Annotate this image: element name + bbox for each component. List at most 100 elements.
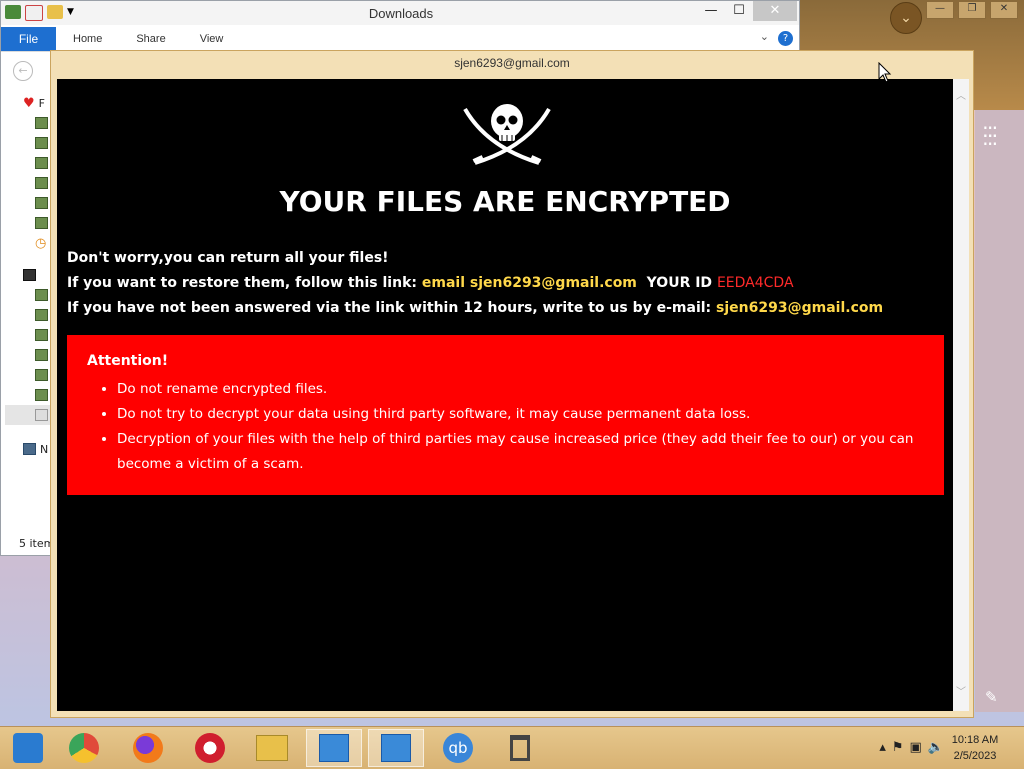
tab-file[interactable]: File [1, 27, 56, 51]
list-item: Do not rename encrypted files. [117, 377, 957, 402]
sidebar-item[interactable] [23, 213, 53, 233]
recent-icon: ◷ [35, 235, 47, 251]
tray-expand-icon[interactable]: ▴ [879, 740, 886, 755]
qbittorrent-icon: qb [443, 733, 473, 763]
new-folder-icon[interactable] [47, 5, 63, 19]
folder-green-icon[interactable] [5, 5, 21, 19]
folder-icon [35, 329, 48, 341]
sidebar-item[interactable] [23, 365, 53, 385]
note-line-3: If you have not been answered via the li… [67, 300, 883, 316]
folder-icon [35, 309, 48, 321]
heart-icon: ♥ [23, 95, 35, 111]
quick-access-toolbar: ▼ [5, 5, 74, 21]
chevron-down-icon[interactable]: ⌄ [760, 30, 769, 43]
attention-list: Do not rename encrypted files. Do not tr… [101, 377, 957, 477]
sidebar-item[interactable] [23, 113, 53, 133]
close-icon[interactable]: ✕ [990, 1, 1018, 19]
computer-icon [13, 733, 43, 763]
sidebar-item-selected[interactable] [5, 405, 53, 425]
folder-icon [35, 369, 48, 381]
clock[interactable]: 10:18 AM 2/5/2023 [944, 732, 1006, 764]
taskbar-app-recycle-bin[interactable] [492, 729, 548, 767]
taskbar-app-network-2[interactable] [368, 729, 424, 767]
properties-icon[interactable] [25, 5, 43, 21]
scroll-down-icon[interactable]: ﹀ [956, 683, 966, 698]
sidebar-item[interactable]: ◷ [23, 233, 53, 253]
attention-box: Attention! Do not rename encrypted files… [67, 335, 944, 495]
folder-icon [35, 137, 48, 149]
pencil-icon[interactable]: ✎ [985, 688, 998, 706]
victim-id: EEDA4CDA [716, 275, 794, 291]
sidebar-item-computer[interactable] [23, 265, 53, 285]
sidebar-item[interactable] [23, 285, 53, 305]
sidebar-item[interactable] [23, 345, 53, 365]
maximize-icon[interactable]: ❐ [958, 1, 986, 19]
skull-crossed-swords-icon [463, 104, 551, 165]
firefox-icon [133, 733, 163, 763]
taskbar-app-network-1[interactable] [306, 729, 362, 767]
tab-view[interactable]: View [183, 33, 241, 45]
system-tray: ▴ ⚑ ▣ 🔈 [879, 740, 944, 755]
explorer-window-controls: — ☐ ✕ [697, 1, 797, 21]
network-status-icon[interactable]: ▣ [910, 740, 922, 755]
folder-icon [35, 197, 48, 209]
attention-title: Attention! [87, 353, 169, 369]
headline: YOUR FILES ARE ENCRYPTED [279, 185, 731, 218]
qat-dropdown-icon[interactable]: ▼ [67, 5, 74, 21]
recycle-bin-icon [510, 735, 530, 761]
taskbar-app-qbittorrent[interactable]: qb [430, 729, 486, 767]
tab-home[interactable]: Home [56, 33, 119, 45]
taskbar-app-computer[interactable] [0, 729, 56, 767]
sidebar-item[interactable] [23, 305, 53, 325]
user-avatar[interactable]: ⌄ [890, 2, 922, 34]
maximize-icon[interactable]: ☐ [725, 1, 753, 21]
list-item: Decryption of your files with the help o… [117, 427, 957, 477]
sidebar-item[interactable] [23, 193, 53, 213]
sidebar-item[interactable] [23, 325, 53, 345]
apps-grid-icon[interactable]: :::::: [982, 120, 998, 148]
sidebar-item[interactable] [23, 385, 53, 405]
window-title: Downloads [368, 6, 434, 21]
mouse-cursor-icon [878, 62, 892, 83]
network-icon [23, 443, 36, 455]
taskbar-app-chrome[interactable] [56, 729, 112, 767]
chrome-icon [69, 733, 99, 763]
sidebar-item[interactable] [23, 173, 53, 193]
computer-icon [23, 269, 36, 281]
email-link[interactable]: email sjen6293@gmail.com [422, 275, 637, 291]
minimize-icon[interactable]: — [926, 1, 954, 19]
note-line-3-prefix: If you have not been answered via the li… [67, 300, 712, 316]
back-arrow-icon[interactable]: ← [13, 61, 33, 81]
sidebar-item[interactable] [23, 153, 53, 173]
note-line-2: If you want to restore them, follow this… [67, 275, 794, 291]
taskbar-app-opera[interactable] [182, 729, 238, 767]
network-app-icon [381, 734, 411, 762]
vertical-scrollbar[interactable] [953, 79, 969, 711]
id-label: YOUR ID [646, 275, 713, 291]
taskbar: qb ▴ ⚑ ▣ 🔈 10:18 AM 2/5/2023 [0, 726, 1024, 769]
ransom-note-window: sjen6293@gmail.com YOUR FILES ARE ENCRYP… [50, 50, 974, 718]
note-content-area: YOUR FILES ARE ENCRYPTED Don't worry,you… [57, 79, 953, 711]
taskbar-app-firefox[interactable] [120, 729, 176, 767]
network-app-icon [319, 734, 349, 762]
explorer-titlebar[interactable]: ▼ Downloads — ☐ ✕ [1, 1, 799, 25]
minimize-icon[interactable]: — [697, 1, 725, 21]
list-item: Do not try to decrypt your data using th… [117, 402, 957, 427]
volume-icon[interactable]: 🔈 [928, 740, 944, 755]
folder-icon [35, 117, 48, 129]
tab-share[interactable]: Share [119, 33, 182, 45]
contact-email[interactable]: sjen6293@gmail.com [716, 300, 883, 316]
file-explorer-icon [256, 735, 288, 761]
drive-icon [35, 409, 48, 421]
sidebar-item-network[interactable]: N [23, 439, 53, 459]
window-title[interactable]: sjen6293@gmail.com [51, 56, 973, 70]
close-icon[interactable]: ✕ [753, 1, 797, 21]
sidebar-item-label: N [40, 442, 49, 456]
flag-icon[interactable]: ⚑ [892, 740, 904, 755]
sidebar-item[interactable] [23, 133, 53, 153]
sidebar-item-favorites[interactable]: ♥ F [23, 93, 53, 113]
help-icon[interactable]: ? [778, 31, 793, 46]
taskbar-app-file-explorer[interactable] [244, 729, 300, 767]
scroll-up-icon[interactable]: ︿ [956, 87, 966, 102]
opera-icon [195, 733, 225, 763]
